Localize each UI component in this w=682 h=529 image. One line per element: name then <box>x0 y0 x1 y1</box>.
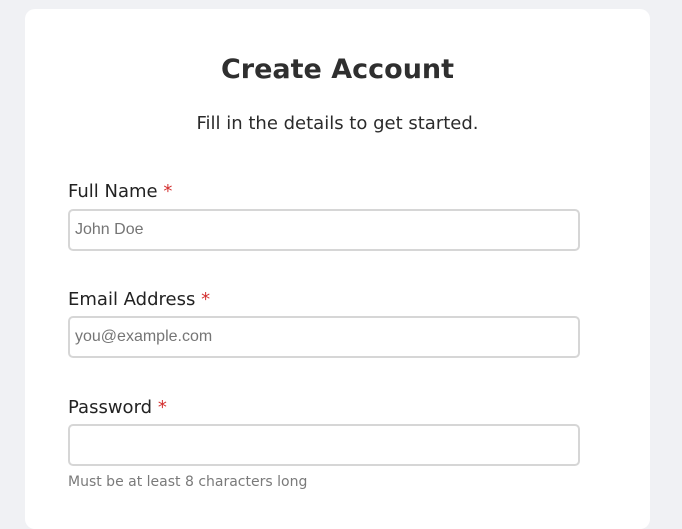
full-name-label: Full Name * <box>68 181 172 202</box>
page-title: Create Account <box>220 54 455 85</box>
password-label-text: Password <box>68 397 153 418</box>
required-marker: * <box>157 397 167 418</box>
email-label-text: Email Address <box>68 289 196 310</box>
full-name-input[interactable] <box>68 209 580 251</box>
password-label: Password * <box>68 397 167 418</box>
required-marker: * <box>201 289 211 310</box>
page-subtitle: Fill in the details to get started. <box>196 113 479 134</box>
required-marker: * <box>163 181 173 202</box>
password-input[interactable] <box>68 424 580 466</box>
signup-card: Create Account Fill in the details to ge… <box>25 9 650 529</box>
email-label: Email Address * <box>68 289 210 310</box>
email-input[interactable] <box>68 316 580 358</box>
full-name-label-text: Full Name <box>68 181 158 202</box>
password-hint: Must be at least 8 characters long <box>68 474 308 490</box>
